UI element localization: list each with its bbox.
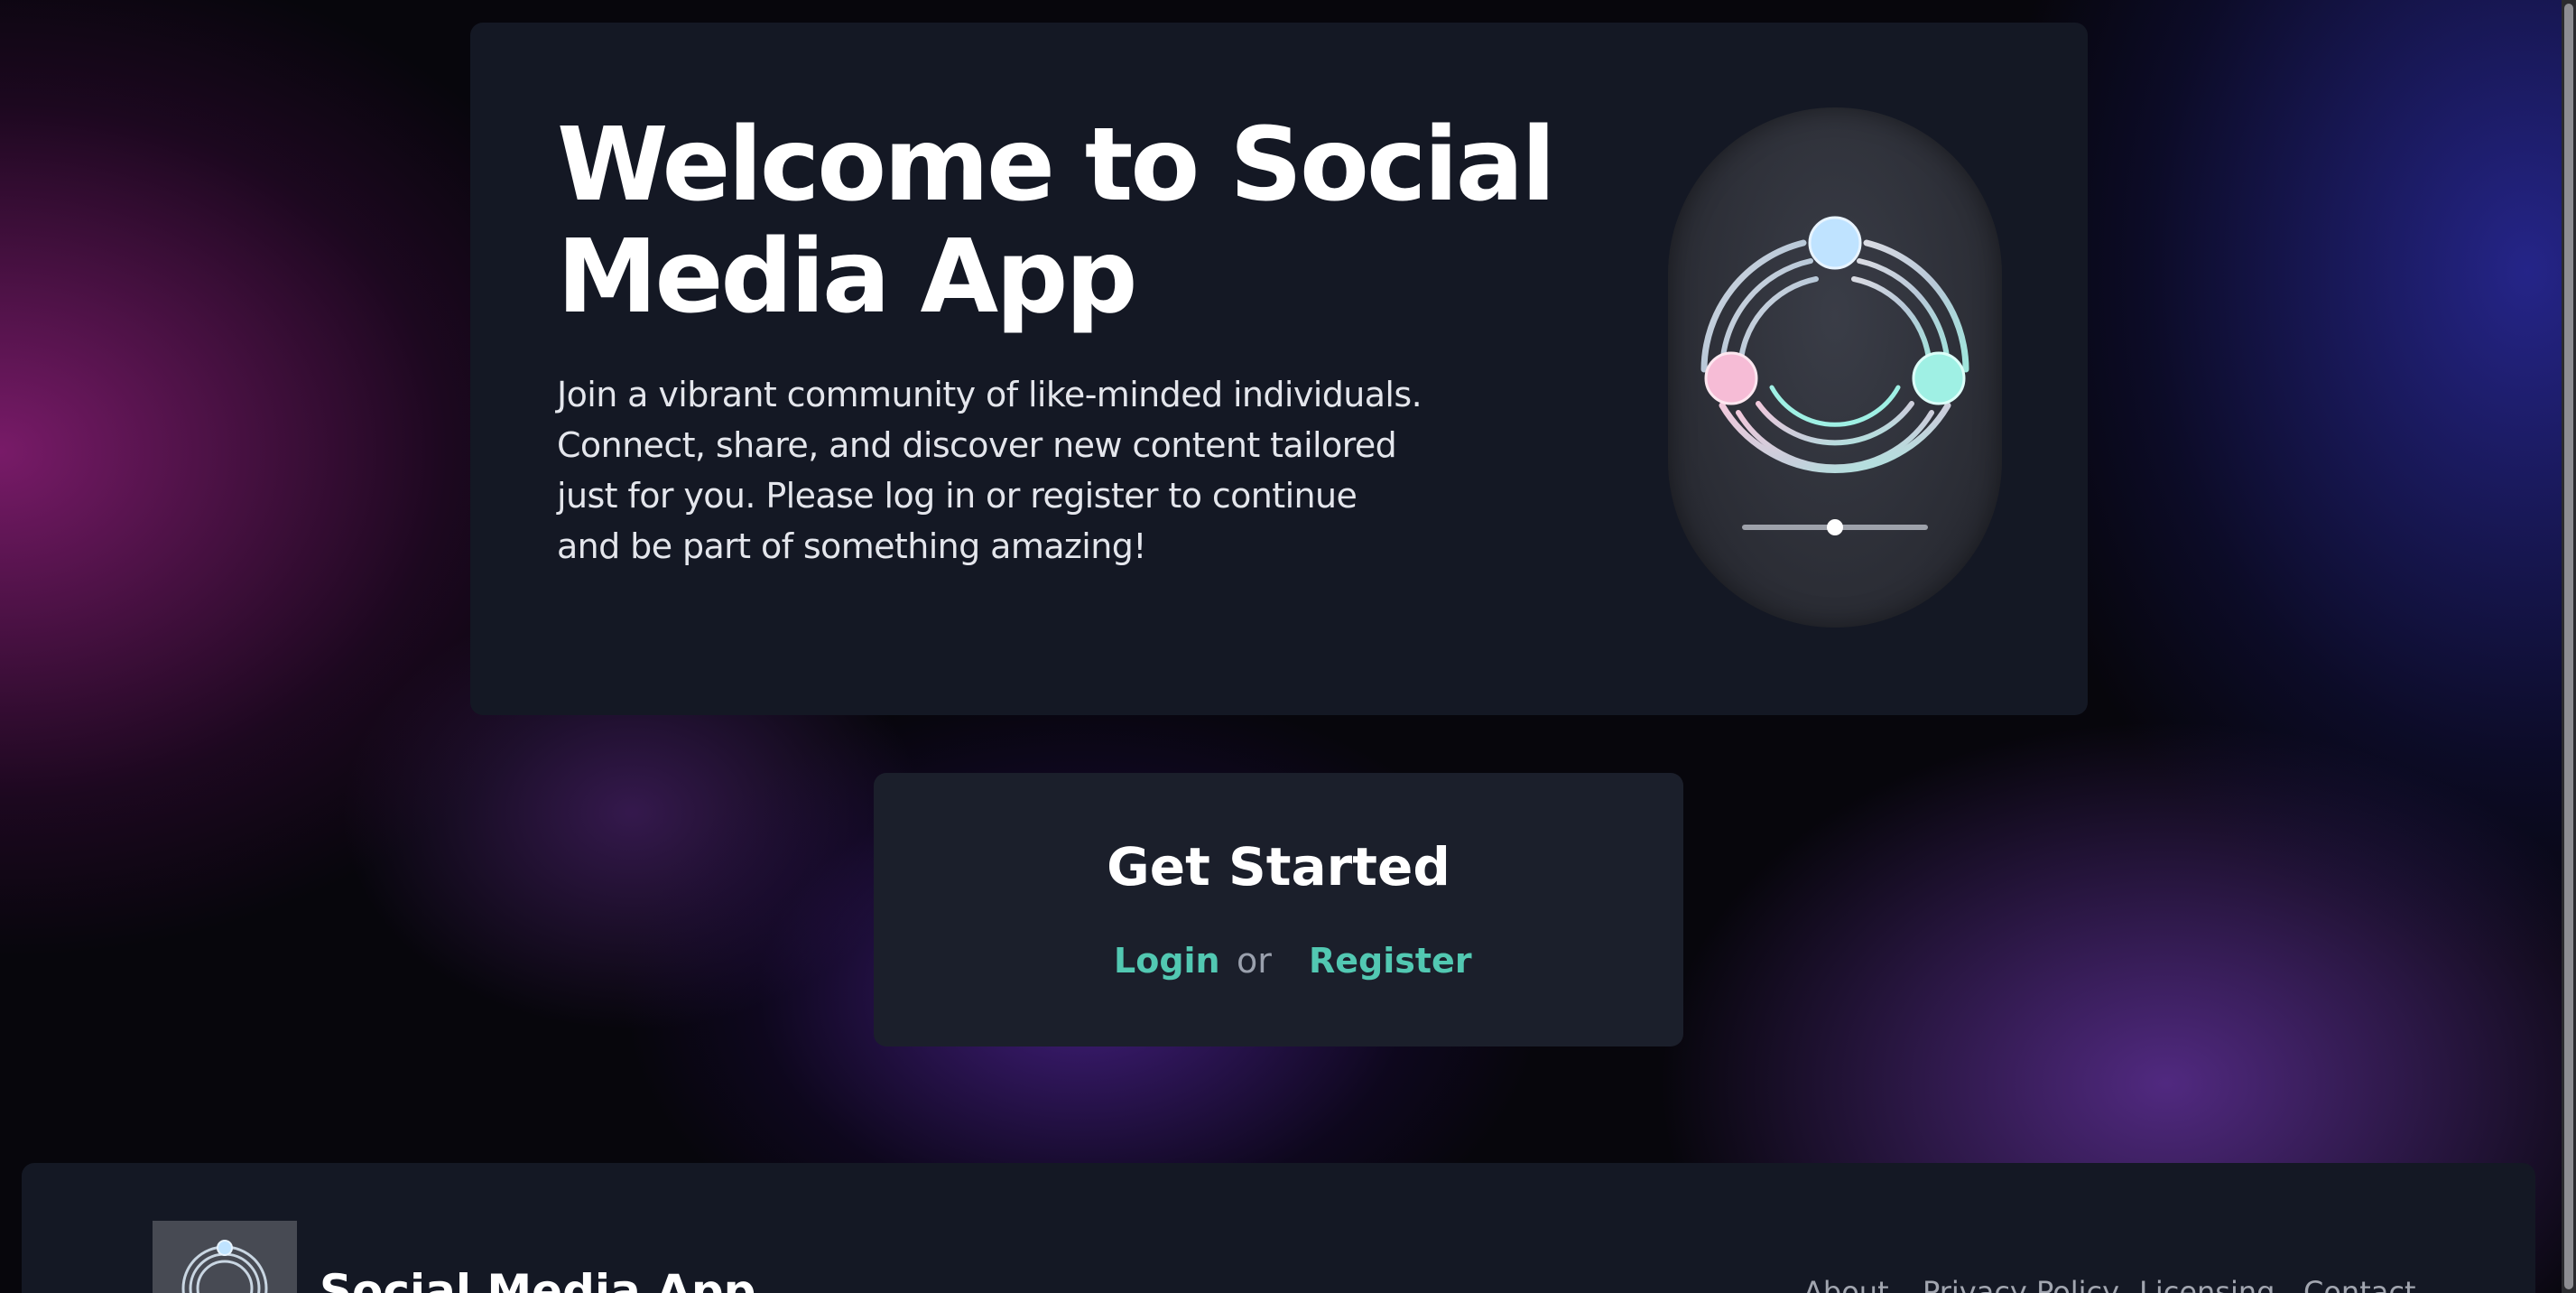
social-network-rings-logo-icon xyxy=(1700,216,1969,535)
register-link[interactable]: Register xyxy=(1309,938,1472,983)
site-footer: Social Media App About Privacy Policy Li… xyxy=(22,1163,2535,1293)
footer-link-privacy-policy[interactable]: Privacy Policy xyxy=(1923,1272,2119,1293)
footer-logo[interactable] xyxy=(153,1221,297,1293)
hero-panel: Welcome to Social Media App Join a vibra… xyxy=(470,23,2088,715)
footer-link-about[interactable]: About xyxy=(1803,1272,1889,1293)
social-network-rings-logo-icon xyxy=(181,1240,268,1293)
app-logo-badge xyxy=(1668,107,2002,628)
get-started-title: Get Started xyxy=(1107,836,1450,898)
get-started-card: Get Started Login or Register xyxy=(874,773,1683,1046)
footer-brand-name: Social Media App xyxy=(320,1265,756,1293)
vertical-scrollbar-thumb[interactable] xyxy=(2564,4,2573,1289)
hero-title: Welcome to Social Media App xyxy=(557,107,1556,336)
hero-description: Join a vibrant community of like-minded … xyxy=(557,375,1422,566)
footer-link-licensing[interactable]: Licensing xyxy=(2139,1272,2275,1293)
footer-link-contact[interactable]: Contact xyxy=(2303,1272,2416,1293)
login-link[interactable]: Login xyxy=(1114,938,1220,983)
or-separator: or xyxy=(1237,941,1272,981)
